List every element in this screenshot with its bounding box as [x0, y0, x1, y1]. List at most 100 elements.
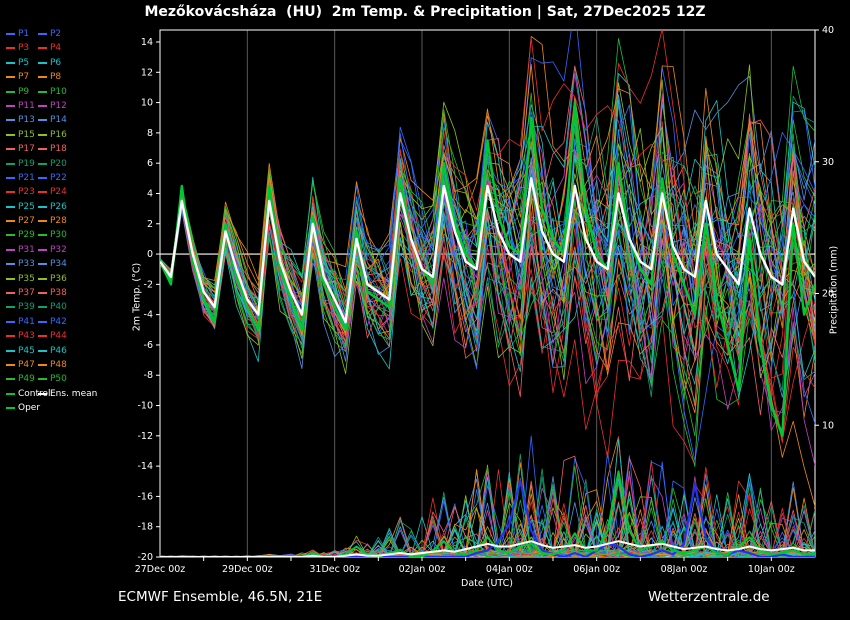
- legend-member-P24: P24: [38, 187, 72, 197]
- legend-label: P39: [18, 302, 35, 312]
- legend-member-P45: P45: [6, 346, 36, 356]
- x-tick-label: 10Jan 00z: [748, 564, 795, 575]
- legend-label: P25: [18, 202, 35, 212]
- legend-member-P1: P1: [6, 29, 36, 39]
- legend-line-swatch: [38, 364, 47, 366]
- legend-label: P36: [50, 274, 67, 284]
- legend-member-P42: P42: [38, 317, 72, 327]
- x-tick-label: 31Dec 00z: [309, 564, 360, 575]
- legend-line-swatch: [6, 234, 15, 236]
- x-tick-label: 29Dec 00z: [222, 564, 273, 575]
- member-precip-line: [160, 477, 815, 557]
- legend-label: P49: [18, 374, 35, 384]
- legend-line-swatch: [6, 350, 15, 352]
- y-left-tick-label: 12: [141, 67, 153, 78]
- legend-line-swatch: [38, 76, 47, 78]
- legend-member-P26: P26: [38, 202, 72, 212]
- legend-member-P39: P39: [6, 302, 36, 312]
- x-tick-label: 08Jan 00z: [661, 564, 708, 575]
- legend-label: P7: [18, 72, 29, 82]
- legend-member-P47: P47: [6, 360, 36, 370]
- legend-member-P46: P46: [38, 346, 72, 356]
- y-axis-label-left: 2m Temp. (°C): [132, 263, 143, 331]
- legend-line-swatch: [6, 105, 15, 107]
- legend-label: P35: [18, 274, 35, 284]
- legend-member-P41: P41: [6, 317, 36, 327]
- legend-line-swatch: [6, 249, 15, 251]
- legend-line-swatch: [6, 364, 15, 366]
- legend-line-swatch: [38, 134, 47, 136]
- legend-member-P11: P11: [6, 101, 36, 111]
- plot-svg: -20-18-16-14-12-10-8-6-4-202468101214102…: [0, 0, 850, 620]
- legend-label: P37: [18, 288, 35, 298]
- legend-line-swatch: [38, 321, 47, 323]
- y-left-tick-label: -18: [137, 522, 153, 533]
- legend-line-swatch: [38, 191, 47, 193]
- x-tick-label: 06Jan 00z: [573, 564, 620, 575]
- member-precip-line: [160, 478, 815, 558]
- legend-member-P30: P30: [38, 230, 72, 240]
- legend-member-P13: P13: [6, 115, 36, 125]
- meteogram-canvas: -20-18-16-14-12-10-8-6-4-202468101214102…: [0, 0, 850, 620]
- legend-label: P21: [18, 173, 35, 183]
- model-info: ECMWF Ensemble, 46.5N, 21E: [118, 589, 322, 605]
- legend-line-swatch: [6, 163, 15, 165]
- legend-line-swatch: [6, 177, 15, 179]
- gridlines: [247, 30, 771, 557]
- legend-label: P42: [50, 317, 67, 327]
- legend-line-swatch: [38, 306, 47, 308]
- legend-member-P6: P6: [38, 58, 72, 68]
- y-left-tick-label: -12: [137, 431, 153, 442]
- legend-label: P43: [18, 331, 35, 341]
- legend-member-P3: P3: [6, 43, 36, 53]
- legend-line-swatch: [6, 220, 15, 222]
- legend-line-swatch: [38, 292, 47, 294]
- legend-label: P23: [18, 187, 35, 197]
- legend-line-swatch: [38, 335, 47, 337]
- legend-label: P45: [18, 346, 35, 356]
- legend-label: P27: [18, 216, 35, 226]
- ensemble-legend: P1P2P3P4P5P6P7P8P9P10P11P12P13P14P15P16P…: [6, 29, 72, 413]
- legend-line-swatch: [6, 148, 15, 150]
- y-left-tick-label: -4: [144, 310, 153, 321]
- legend-label: P15: [18, 130, 35, 140]
- legend-label: P8: [50, 72, 61, 82]
- legend-oper: Oper: [6, 403, 36, 413]
- legend-label: P18: [50, 144, 67, 154]
- y-right-tick-label: 30: [822, 157, 834, 168]
- legend-member-P10: P10: [38, 87, 72, 97]
- legend-member-P33: P33: [6, 259, 36, 269]
- legend-label: P30: [50, 230, 67, 240]
- legend-line-swatch: [38, 234, 47, 236]
- legend-member-P25: P25: [6, 202, 36, 212]
- legend-line-swatch: [6, 206, 15, 208]
- legend-line-swatch: [6, 134, 15, 136]
- legend-member-P22: P22: [38, 173, 72, 183]
- y-left-tick-label: 0: [147, 249, 153, 260]
- legend-member-P9: P9: [6, 87, 36, 97]
- legend-line-swatch: [38, 91, 47, 93]
- y-left-tick-label: 14: [141, 37, 153, 48]
- y-right-tick-label: 10: [822, 420, 834, 431]
- legend-label: P13: [18, 115, 35, 125]
- legend-member-P16: P16: [38, 130, 72, 140]
- legend-line-swatch: [6, 76, 15, 78]
- legend-member-P32: P32: [38, 245, 72, 255]
- legend-label: P12: [50, 101, 67, 111]
- legend-label: Ens. mean: [50, 389, 97, 399]
- legend-control: Control: [6, 389, 36, 399]
- legend-line-swatch: [38, 62, 47, 64]
- legend-label: P11: [18, 101, 35, 111]
- legend-label: P29: [18, 230, 35, 240]
- legend-member-P40: P40: [38, 302, 72, 312]
- legend-line-swatch: [6, 321, 15, 323]
- legend-line-swatch: [6, 62, 15, 64]
- legend-label: P28: [50, 216, 67, 226]
- member-precip-line: [160, 481, 815, 557]
- legend-line-swatch: [38, 278, 47, 280]
- y-left-tick-label: -14: [137, 461, 153, 472]
- y-left-tick-label: 6: [147, 158, 153, 169]
- legend-member-P15: P15: [6, 130, 36, 140]
- y-left-tick-label: -8: [144, 370, 153, 381]
- legend-line-swatch: [6, 292, 15, 294]
